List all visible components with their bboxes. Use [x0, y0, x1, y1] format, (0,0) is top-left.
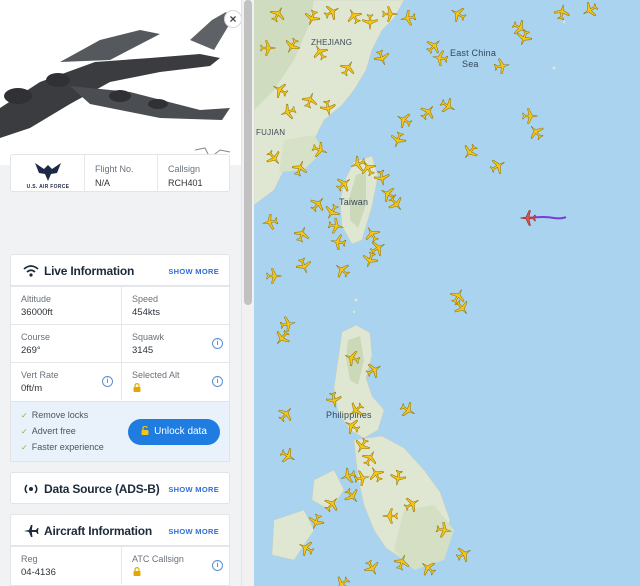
aircraft-marker-icon[interactable] [325, 391, 344, 410]
aircraft-marker-icon[interactable] [399, 9, 418, 28]
map-land-layer [254, 0, 567, 570]
padlock-open-icon [141, 426, 149, 435]
aircraft-marker-icon[interactable] [493, 57, 512, 76]
selected-aircraft-icon[interactable] [520, 210, 536, 226]
promo-feature: ✓ Faster experience [21, 442, 104, 452]
panel-scrollbar[interactable] [241, 0, 254, 586]
wifi-icon [23, 265, 39, 277]
squawk-label: Squawk [132, 332, 165, 342]
atc-callsign-cell: ATC Callsign i [121, 546, 231, 584]
vert-rate-info-icon[interactable]: i [102, 376, 113, 387]
course-value: 269° [21, 345, 41, 356]
flight-number-label: Flight No. [95, 164, 134, 174]
callsign-field: Callsign RCH401 [168, 164, 203, 188]
squawk-cell: Squawk 3145 i [121, 324, 231, 362]
promo-feature: ✓ Remove locks [21, 410, 89, 420]
flight-map[interactable]: ZHEJIANG East China Sea FUJIAN Taiwan Ph… [254, 0, 640, 586]
aircraft-marker-icon[interactable] [382, 508, 398, 524]
squawk-value: 3145 [132, 345, 154, 356]
operator-logo: U.S. AIR FORCE [11, 155, 85, 193]
map-label-sea: Sea [462, 59, 479, 69]
aircraft-marker-icon[interactable] [329, 233, 348, 252]
aircraft-marker-icon[interactable] [327, 217, 346, 236]
aircraft-information-header: Aircraft Information SHOW MORE [10, 514, 230, 546]
flight-number-field: Flight No. N/A [95, 164, 134, 188]
reg-cell: Reg 04-4136 [11, 546, 121, 584]
reg-label: Reg [21, 554, 38, 564]
close-button[interactable]: × [224, 10, 242, 28]
promo-feature: ✓ Advert free [21, 426, 76, 436]
aircraft-marker-icon[interactable] [389, 469, 408, 488]
unlock-data-label: Unlock data [154, 426, 207, 437]
unlock-data-button[interactable]: Unlock data [128, 419, 220, 445]
vert-rate-value: 0ft/m [21, 383, 43, 394]
speed-label: Speed [132, 294, 159, 304]
map-label-taiwan: Taiwan [339, 197, 369, 207]
callsign-value: RCH401 [168, 178, 203, 188]
aircraft-marker-icon[interactable] [382, 6, 398, 22]
aircraft-marker-icon[interactable] [260, 40, 276, 56]
aircraft-marker-icon[interactable] [553, 3, 572, 22]
aircraft-marker-icon[interactable] [261, 213, 280, 232]
course-label: Course [21, 332, 51, 342]
map-label-east-china: East China [450, 48, 497, 58]
aircraft-photo [0, 0, 241, 165]
altitude-cell: Altitude 36000ft [11, 286, 121, 324]
aircraft-marker-icon[interactable] [266, 268, 282, 284]
selected-alt-label: Selected Alt [132, 370, 180, 380]
aircraft-marker-icon[interactable] [435, 521, 454, 540]
lock-icon [133, 567, 141, 576]
aircraft-information-title: Aircraft Information [44, 524, 153, 538]
airplane-icon [24, 525, 39, 537]
aircraft-information-show-more[interactable]: SHOW MORE [168, 527, 219, 536]
scrollbar-thumb[interactable] [244, 0, 252, 305]
flight-details-panel: × U.S. AIR FORCE Flight No. N/A Callsign… [0, 0, 254, 586]
atc-callsign-label: ATC Callsign [132, 554, 184, 564]
flight-number-value: N/A [95, 178, 111, 188]
data-source-title: Data Source (ADS-B) [44, 482, 160, 496]
aircraft-marker-icon[interactable] [319, 99, 338, 118]
check-icon: ✓ [21, 443, 28, 452]
speed-value: 454kts [132, 307, 160, 318]
aircraft-marker-icon[interactable] [431, 49, 450, 68]
lock-icon [133, 383, 141, 392]
map-label-fujian: FUJIAN [256, 128, 286, 137]
speed-cell: Speed 454kts [121, 286, 231, 324]
operator-logo-text: U.S. AIR FORCE [26, 184, 70, 190]
live-information-grid: Altitude 36000ft Speed 454kts Course 269… [10, 286, 231, 402]
altitude-label: Altitude [21, 294, 52, 304]
altitude-value: 36000ft [21, 307, 53, 318]
flight-identity-card: U.S. AIR FORCE Flight No. N/A Callsign R… [10, 154, 230, 193]
signal-icon [24, 484, 38, 494]
check-icon: ✓ [21, 427, 28, 436]
aircraft-marker-icon[interactable] [279, 315, 298, 334]
aircraft-information-grid: Reg 04-4136 ATC Callsign i [10, 546, 231, 586]
vert-rate-label: Vert Rate [21, 370, 59, 380]
check-icon: ✓ [21, 411, 28, 420]
squawk-info-icon[interactable]: i [212, 338, 223, 349]
selected-alt-info-icon[interactable]: i [212, 376, 223, 387]
data-source-show-more[interactable]: SHOW MORE [168, 485, 219, 494]
live-information-show-more[interactable]: SHOW MORE [168, 267, 219, 276]
data-source-header: Data Source (ADS-B) SHOW MORE [10, 472, 230, 504]
vert-rate-cell: Vert Rate 0ft/m i [11, 362, 121, 400]
aircraft-marker-icon[interactable] [362, 14, 378, 30]
live-information-header: Live Information SHOW MORE [10, 254, 230, 286]
callsign-label: Callsign [168, 164, 201, 174]
selected-alt-cell: Selected Alt i [121, 362, 231, 400]
live-information-title: Live Information [44, 264, 135, 278]
reg-value: 04-4136 [21, 567, 56, 578]
unlock-promo: ✓ Remove locks ✓ Advert free ✓ Faster exper… [10, 402, 230, 462]
atc-callsign-info-icon[interactable]: i [212, 560, 223, 571]
course-cell: Course 269° [11, 324, 121, 362]
